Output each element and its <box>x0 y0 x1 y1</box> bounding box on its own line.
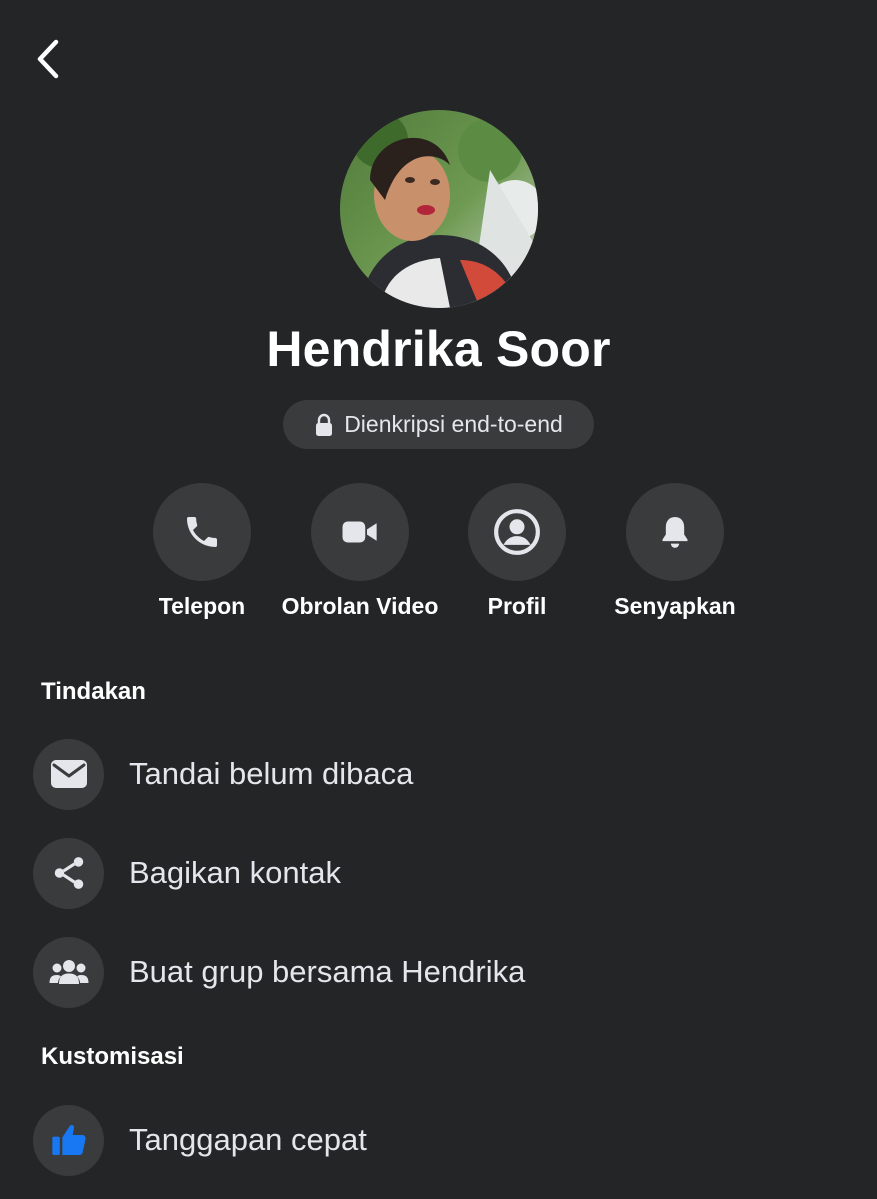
profile-photo <box>340 110 538 308</box>
video-camera-icon <box>342 521 377 543</box>
mark-unread-label: Tandai belum dibaca <box>129 756 414 791</box>
share-contact-item[interactable]: Bagikan kontak <box>33 837 853 909</box>
contact-name: Hendrika Soor <box>266 321 611 377</box>
quick-reaction-label: Tanggapan cepat <box>129 1122 367 1157</box>
call-label: Telepon <box>158 593 246 619</box>
create-group-icon-circle <box>33 936 104 1008</box>
share-icon <box>54 857 83 889</box>
envelope-icon <box>50 760 87 788</box>
group-icon <box>49 960 88 984</box>
back-button[interactable] <box>26 36 72 82</box>
quick-reaction-item[interactable]: Tanggapan cepat <box>33 1104 853 1176</box>
share-contact-label: Bagikan kontak <box>129 855 341 890</box>
section-title-actions: Tindakan <box>41 678 146 705</box>
quick-reaction-icon-circle <box>33 1104 104 1176</box>
lock-icon <box>316 413 333 436</box>
thumbs-up-icon <box>51 1125 86 1155</box>
section-title-customization: Kustomisasi <box>41 1043 184 1070</box>
bell-icon <box>662 517 688 548</box>
create-group-item[interactable]: Buat grup bersama Hendrika <box>33 936 853 1008</box>
quick-actions: Telepon Obrolan Video Profil Senyapkan <box>0 483 877 633</box>
profile-button-circle[interactable] <box>468 483 566 581</box>
avatar[interactable] <box>340 110 538 308</box>
create-group-label: Buat grup bersama Hendrika <box>129 954 526 989</box>
mark-unread-icon-circle <box>33 738 104 810</box>
video-chat-label: Obrolan Video <box>281 593 439 619</box>
chevron-left-icon <box>37 39 59 79</box>
contact-details-screen: Hendrika Soor Dienkripsi end-to-end Tele… <box>0 0 877 1199</box>
encryption-badge[interactable]: Dienkripsi end-to-end <box>283 400 594 449</box>
profile-label: Profil <box>487 593 547 619</box>
mute-button[interactable]: Senyapkan <box>575 483 775 620</box>
mark-unread-item[interactable]: Tandai belum dibaca <box>33 738 853 810</box>
phone-icon <box>187 517 217 547</box>
encryption-label: Dienkripsi end-to-end <box>344 411 563 437</box>
share-contact-icon-circle <box>33 837 104 909</box>
mute-label: Senyapkan <box>614 593 736 619</box>
video-chat-button-circle[interactable] <box>311 483 409 581</box>
call-button-circle[interactable] <box>153 483 251 581</box>
mute-button-circle[interactable] <box>626 483 724 581</box>
user-circle-icon <box>494 509 540 555</box>
